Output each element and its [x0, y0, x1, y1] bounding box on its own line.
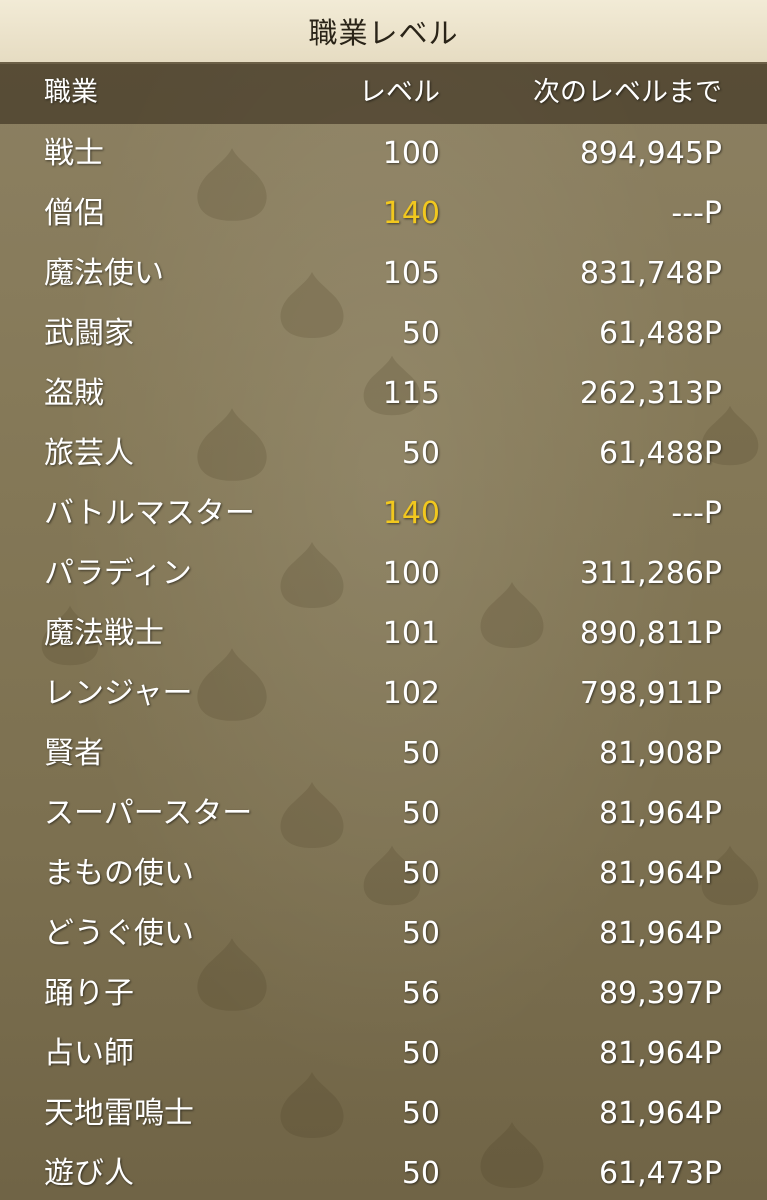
points-to-next-level: 890,811P: [579, 616, 722, 651]
job-name: まもの使い: [44, 856, 194, 891]
points-to-next-level: 61,488P: [598, 316, 722, 351]
job-name: 魔法使い: [44, 256, 164, 291]
job-name: 戦士: [44, 136, 104, 171]
job-level-max: 140: [382, 196, 440, 231]
job-name: スーパースター: [44, 796, 253, 831]
table-row: バトルマスター 140 ---P: [0, 484, 767, 544]
job-name: どうぐ使い: [44, 916, 194, 951]
points-to-next-level: 311,286P: [579, 556, 722, 591]
job-name: 旅芸人: [44, 436, 134, 471]
points-to-next-level: 831,748P: [579, 256, 722, 291]
job-level: 115: [382, 376, 440, 411]
points-to-next-level: 81,964P: [598, 916, 722, 951]
table-row: 占い師 50 81,964P: [0, 1024, 767, 1084]
job-level: 102: [382, 676, 440, 711]
job-level: 50: [401, 316, 440, 351]
title-bar: 職業レベル: [0, 0, 767, 64]
points-to-next-level: 81,964P: [598, 1036, 722, 1071]
points-to-next-level: 894,945P: [579, 136, 722, 171]
job-name: パラディン: [44, 556, 192, 591]
table-row: 武闘家 50 61,488P: [0, 304, 767, 364]
table-row: 賢者 50 81,908P: [0, 724, 767, 784]
job-name: 魔法戦士: [44, 616, 164, 651]
job-name: 僧侶: [44, 196, 104, 231]
table-row: 天地雷鳴士 50 81,964P: [0, 1084, 767, 1144]
table-row: 僧侶 140 ---P: [0, 184, 767, 244]
job-level: 101: [382, 616, 440, 651]
header-job: 職業: [44, 77, 98, 108]
page-title: 職業レベル: [308, 16, 459, 50]
table-row: まもの使い 50 81,964P: [0, 844, 767, 904]
header-next-level: 次のレベルまで: [533, 77, 722, 108]
job-name: 賢者: [44, 736, 104, 771]
job-level: 50: [401, 436, 440, 471]
table-row: 遊び人 50 61,473P: [0, 1144, 767, 1200]
job-level: 50: [401, 1036, 440, 1071]
job-level: 100: [382, 136, 440, 171]
job-level: 50: [401, 856, 440, 891]
table-row: どうぐ使い 50 81,964P: [0, 904, 767, 964]
points-to-next-level: 81,908P: [598, 736, 722, 771]
points-to-next-level: ---P: [671, 496, 722, 531]
points-to-next-level: 262,313P: [579, 376, 722, 411]
job-level-screen: 職業レベル 職業 レベル 次のレベルまで 戦士 100 894,945P 僧侶 140-…: [0, 0, 767, 1200]
table-row: 旅芸人 50 61,488P: [0, 424, 767, 484]
job-level: 50: [401, 1096, 440, 1131]
job-name: 武闘家: [44, 316, 134, 351]
job-name: 天地雷鳴士: [44, 1096, 194, 1131]
job-level: 56: [401, 976, 440, 1011]
job-level: 50: [401, 916, 440, 951]
table-row: 踊り子 56 89,397P: [0, 964, 767, 1024]
job-level: 105: [382, 256, 440, 291]
points-to-next-level: ---P: [671, 196, 722, 231]
table-row: 魔法使い 105 831,748P: [0, 244, 767, 304]
table-header: 職業 レベル 次のレベルまで: [0, 62, 767, 124]
table-row: レンジャー 102 798,911P: [0, 664, 767, 724]
points-to-next-level: 798,911P: [579, 676, 722, 711]
job-name: 踊り子: [44, 976, 134, 1011]
job-level: 50: [401, 796, 440, 831]
table-row: スーパースター 50 81,964P: [0, 784, 767, 844]
points-to-next-level: 89,397P: [598, 976, 722, 1011]
job-level-max: 140: [382, 496, 440, 531]
points-to-next-level: 81,964P: [598, 796, 722, 831]
table-row: 戦士 100 894,945P: [0, 124, 767, 184]
job-name: 遊び人: [44, 1156, 134, 1191]
job-level: 100: [382, 556, 440, 591]
job-level: 50: [401, 736, 440, 771]
table-row: 盗賊 115 262,313P: [0, 364, 767, 424]
job-name: 盗賊: [44, 376, 104, 411]
job-name: バトルマスター: [44, 496, 255, 531]
points-to-next-level: 61,473P: [598, 1156, 722, 1191]
job-name: レンジャー: [44, 676, 193, 711]
points-to-next-level: 61,488P: [598, 436, 722, 471]
header-level: レベル: [359, 77, 440, 108]
table-row: 魔法戦士 101 890,811P: [0, 604, 767, 664]
job-name: 占い師: [44, 1036, 134, 1071]
job-level: 50: [401, 1156, 440, 1191]
table-row: パラディン 100 311,286P: [0, 544, 767, 604]
points-to-next-level: 81,964P: [598, 856, 722, 891]
points-to-next-level: 81,964P: [598, 1096, 722, 1131]
